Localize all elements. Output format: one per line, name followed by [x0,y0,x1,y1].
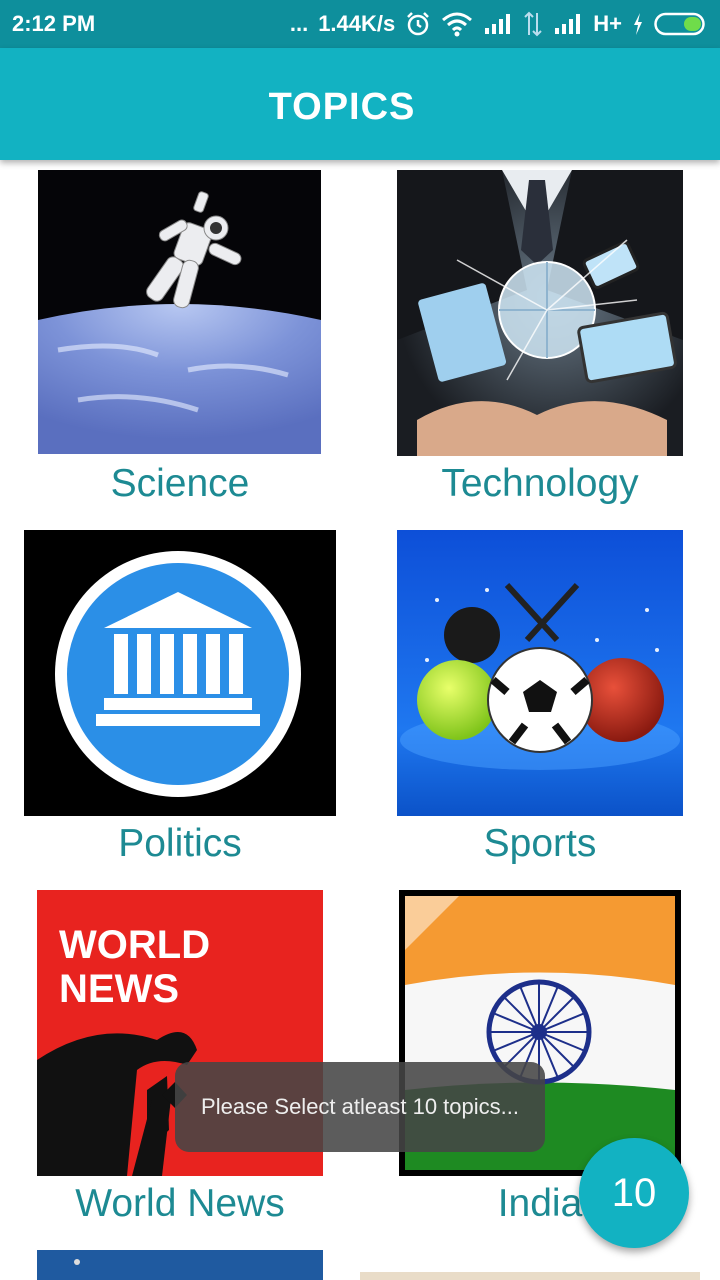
status-bar: 2:12 PM ... 1.44K/s H+ [0,0,720,48]
technology-image [397,170,683,456]
signal-icon [485,14,511,34]
topic-label-sports: Sports [483,822,597,865]
partial-image [37,1250,323,1280]
charging-icon [634,13,642,35]
topic-tile-politics[interactable] [24,530,336,816]
status-dots: ... [289,11,309,36]
astronaut-image [38,170,321,454]
world-news-logo-text: WORLD [59,923,210,967]
data-transfer-icon [524,11,542,37]
network-type: H+ [593,11,622,36]
topic-tile-partial-left[interactable] [37,1250,323,1280]
topic-tile-technology[interactable] [397,170,683,456]
page-title: TOPICS [268,86,416,128]
wifi-icon [442,12,473,37]
toast-message: Please Select atleast 10 topics... [175,1062,545,1152]
battery-icon [654,12,705,36]
sports-image [397,530,683,816]
status-icons: ... 1.44K/s H+ [290,8,708,40]
status-time: 2:12 PM [12,11,96,36]
topic-label-technology: Technology [441,462,639,505]
alarm-icon [407,12,430,36]
topic-label-world-news: World News [75,1182,285,1225]
network-speed: 1.44K/s [318,11,396,36]
signal-icon [555,14,581,34]
svg-text:NEWS: NEWS [59,967,179,1011]
topic-label-science: Science [110,462,250,505]
topic-tile-science[interactable] [38,170,321,454]
topic-label-politics: Politics [118,822,242,865]
topic-tile-partial-right[interactable] [360,1272,700,1280]
politics-image [24,530,336,816]
app-bar: TOPICS [0,48,720,160]
selected-count-button[interactable]: 10 [579,1138,689,1248]
topic-tile-sports[interactable] [397,530,683,816]
